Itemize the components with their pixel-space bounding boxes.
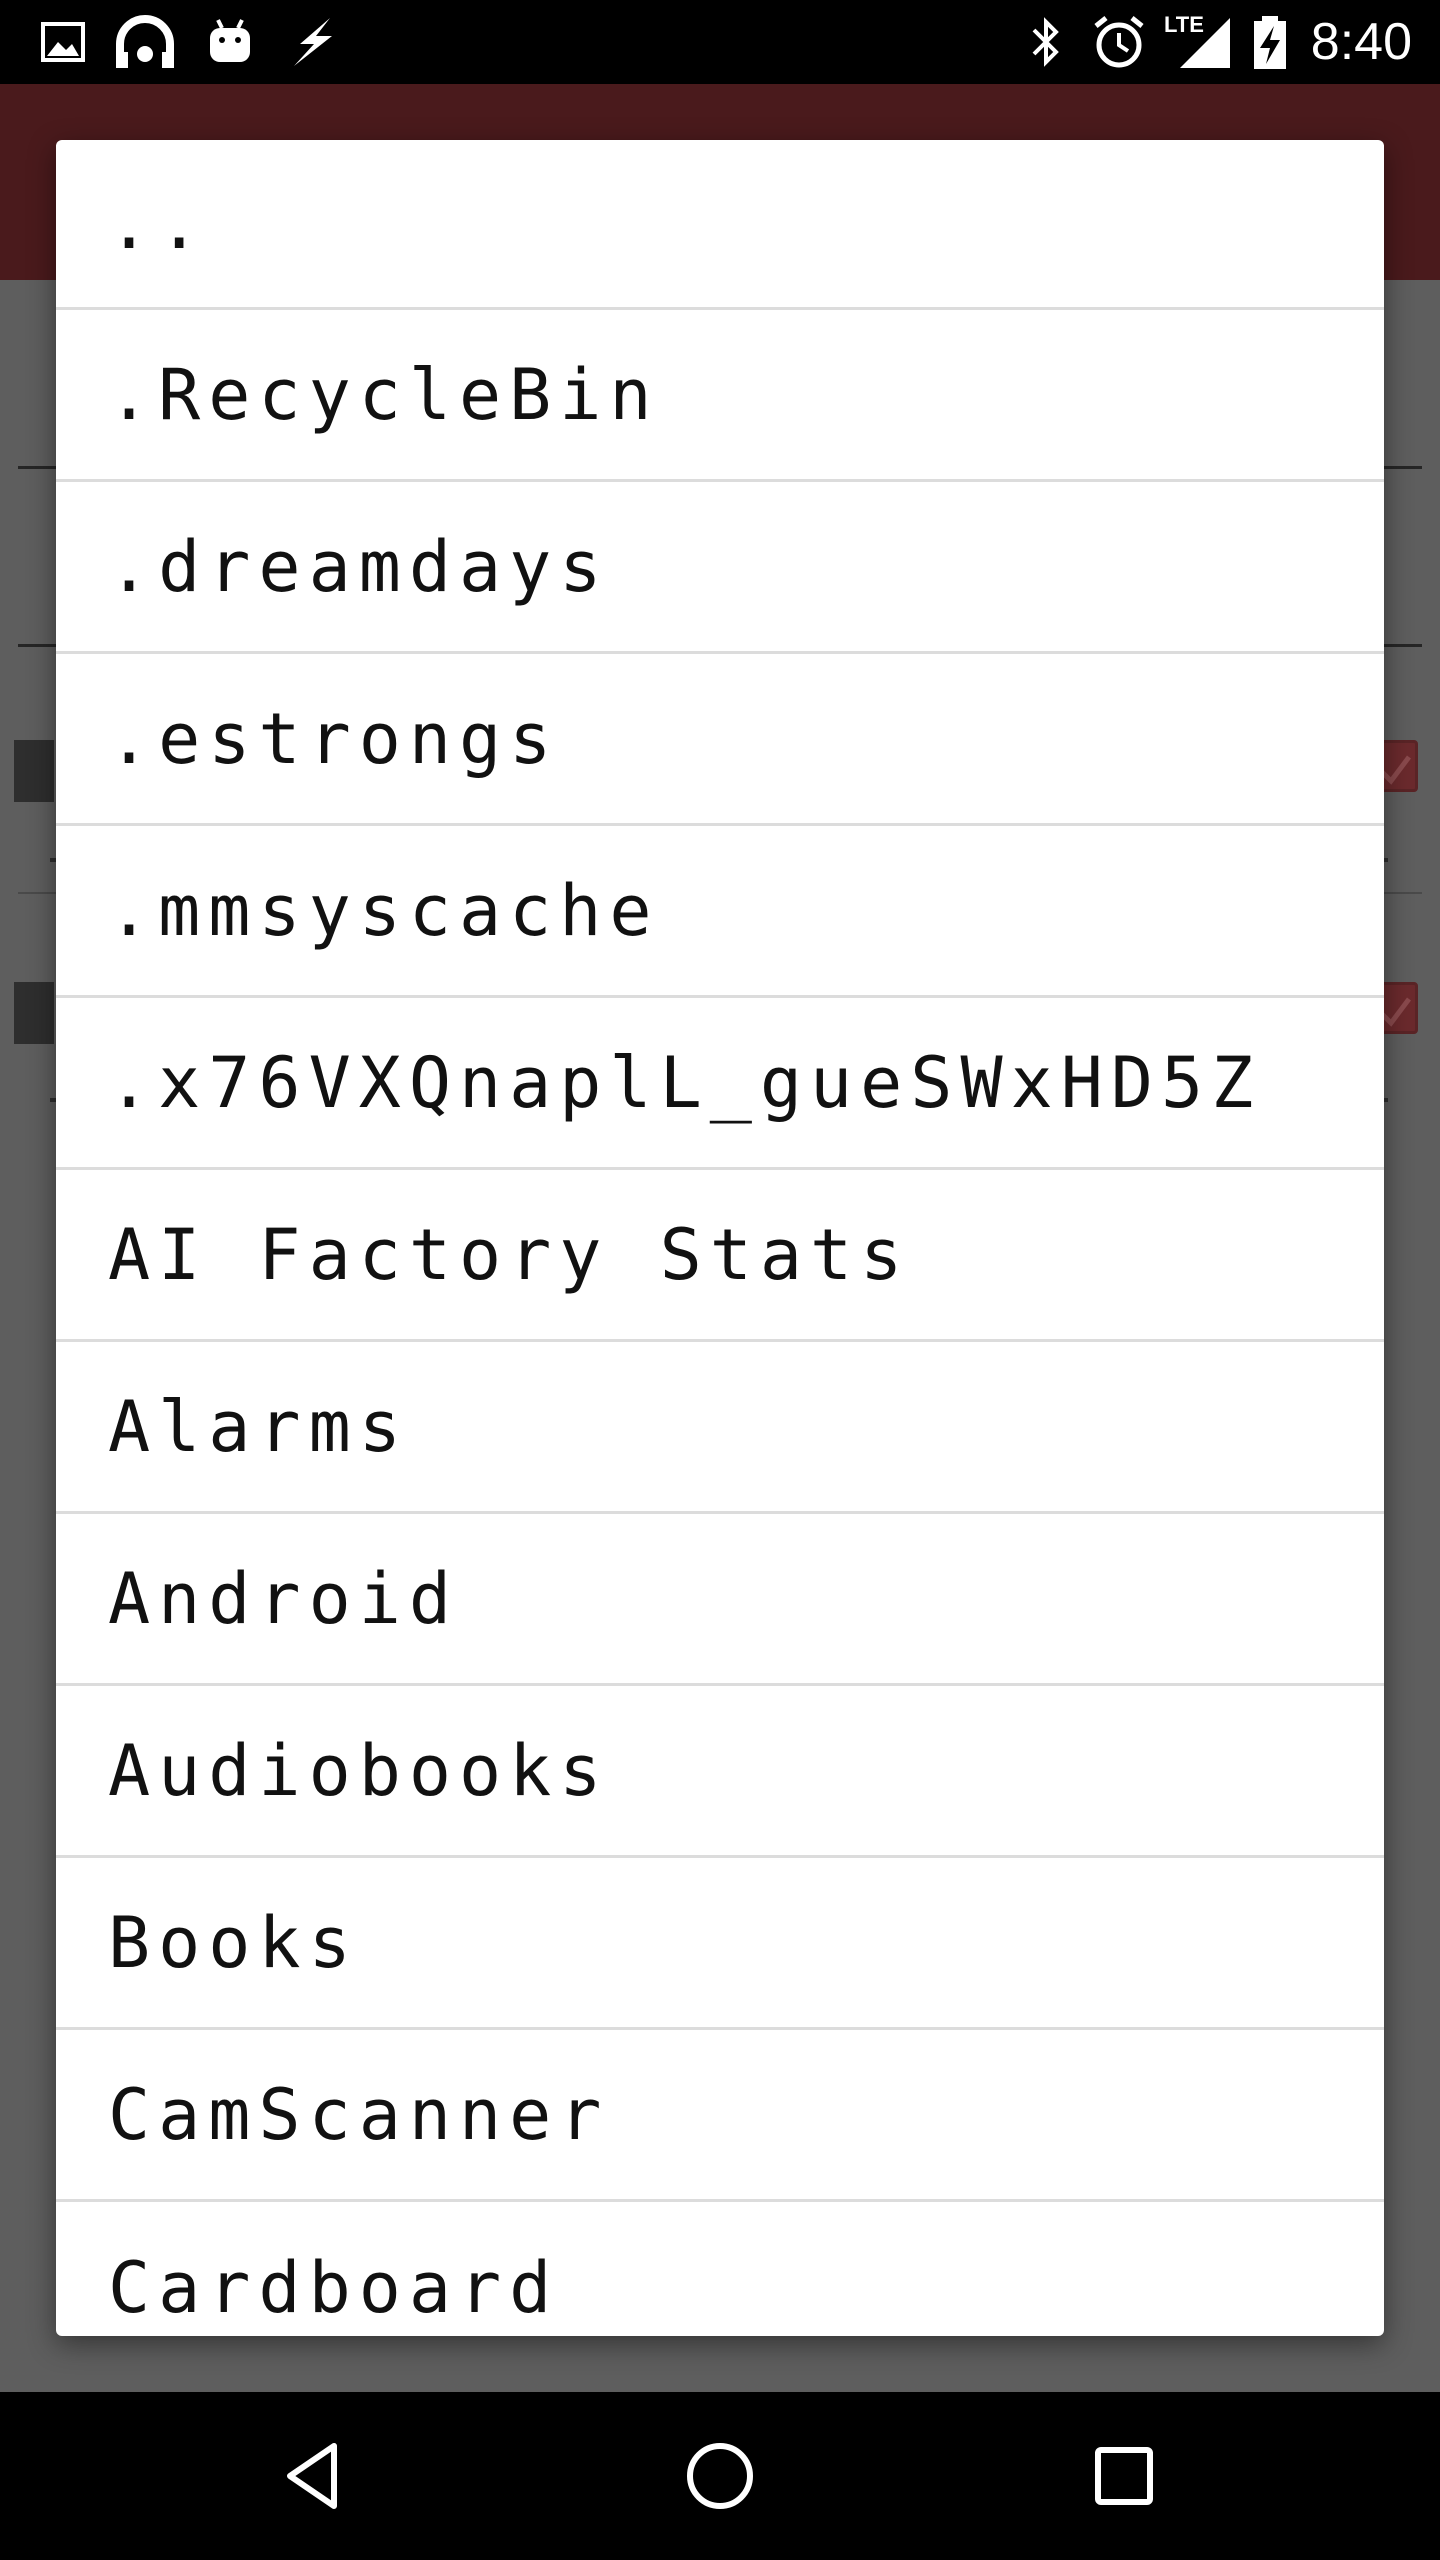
folder-item[interactable]: .x76VXQnaplL_gueSWxHD5Z: [56, 998, 1384, 1170]
folder-item-label: Cardboard: [108, 2247, 560, 2329]
status-time: 8:40: [1310, 13, 1412, 71]
folder-item[interactable]: Books: [56, 1858, 1384, 2030]
alarm-icon: [1090, 14, 1148, 70]
folder-item-label: .dreamdays: [108, 525, 610, 608]
folder-chooser-dialog: .. .RecycleBin .dreamdays .estrongs .mms…: [56, 140, 1384, 2336]
folder-item-label: Android: [108, 1557, 460, 1640]
signal-icon: [1176, 14, 1232, 70]
folder-item-label: .estrongs: [108, 697, 560, 780]
folder-item-label: ..: [108, 182, 209, 265]
folder-item-label: Books: [108, 1901, 359, 1984]
folder-item[interactable]: Cardboard: [56, 2202, 1384, 2336]
background-text-fragment: [14, 740, 54, 802]
status-bar: LTE 8:40: [0, 0, 1440, 84]
folder-item[interactable]: Android: [56, 1514, 1384, 1686]
navigation-bar: [0, 2392, 1440, 2560]
background-text-fragment: [14, 982, 54, 1044]
folder-item-label: CamScanner: [108, 2073, 610, 2156]
headset-app-icon: [114, 14, 176, 70]
folder-item-label: .x76VXQnaplL_gueSWxHD5Z: [108, 1041, 1262, 1124]
folder-item[interactable]: AI Factory Stats: [56, 1170, 1384, 1342]
folder-item[interactable]: .mmsyscache: [56, 826, 1384, 998]
folder-item[interactable]: Alarms: [56, 1342, 1384, 1514]
back-icon[interactable]: [276, 2436, 356, 2516]
home-icon[interactable]: [680, 2436, 760, 2516]
lightning-icon: [286, 14, 340, 70]
folder-item-label: Audiobooks: [108, 1729, 610, 1812]
bluetooth-icon: [1026, 14, 1066, 70]
folder-item[interactable]: CamScanner: [56, 2030, 1384, 2202]
android-debug-icon: [206, 14, 254, 70]
image-icon: [40, 14, 86, 70]
battery-charging-icon: [1252, 14, 1288, 70]
folder-item-parent[interactable]: ..: [56, 140, 1384, 310]
folder-item-label: .mmsyscache: [108, 869, 660, 952]
recents-icon[interactable]: [1084, 2436, 1164, 2516]
folder-item-label: Alarms: [108, 1385, 409, 1468]
folder-item[interactable]: .dreamdays: [56, 482, 1384, 654]
folder-item[interactable]: Audiobooks: [56, 1686, 1384, 1858]
folder-item[interactable]: .RecycleBin: [56, 310, 1384, 482]
folder-item-label: .RecycleBin: [108, 353, 660, 436]
folder-item[interactable]: .estrongs: [56, 654, 1384, 826]
folder-item-label: AI Factory Stats: [108, 1213, 911, 1296]
